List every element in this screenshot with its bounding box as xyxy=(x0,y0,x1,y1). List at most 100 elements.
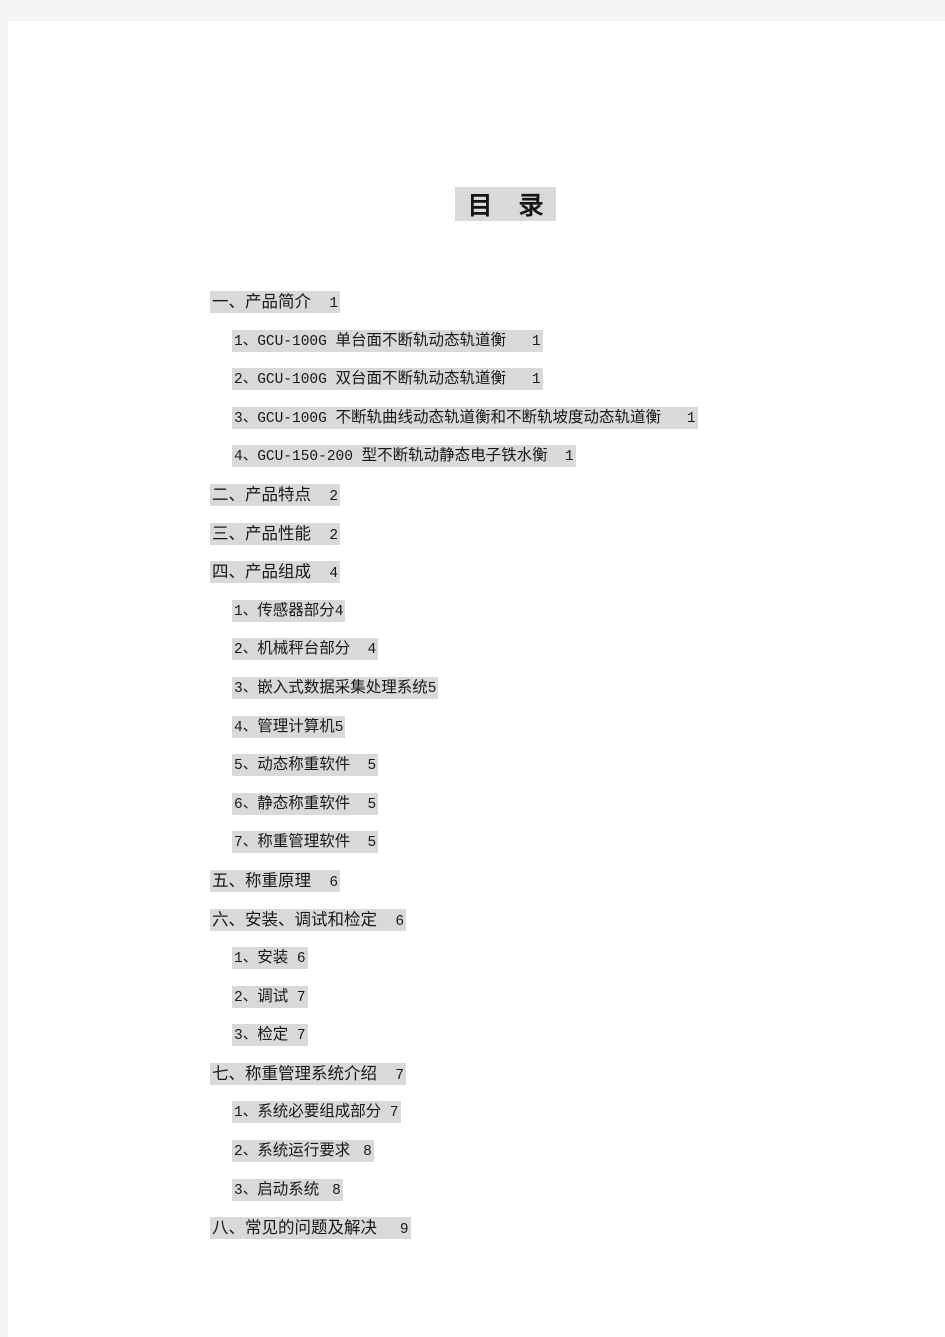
toc-entry-page-number: 4 xyxy=(334,603,344,620)
toc-entry-leader xyxy=(506,370,532,387)
toc-entry[interactable]: 五、称重原理 6 xyxy=(8,869,945,909)
toc-entry-leader xyxy=(350,756,367,773)
toc-entry[interactable]: 六、安装、调试和检定 6 xyxy=(8,908,945,948)
toc-entry-label: 机械秤台部分 xyxy=(257,640,351,658)
toc-entry-number: 3、 xyxy=(234,1028,258,1045)
toc-entry-highlight[interactable]: 1、系统必要组成部分 7 xyxy=(232,1101,401,1124)
toc-entry-number: 1、 xyxy=(234,333,258,350)
toc-entry-highlight[interactable]: 5、动态称重软件 5 xyxy=(232,754,379,777)
toc-entry[interactable]: 一、产品简介 1 xyxy=(8,291,945,330)
toc-entry-highlight[interactable]: 1、GCU-100G 单台面不断轨动态轨道衡 1 xyxy=(232,329,543,352)
toc-entry-page-number: 1 xyxy=(564,449,574,466)
toc-entry-page-number: 4 xyxy=(329,566,339,583)
toc-entry-highlight[interactable]: 六、安装、调试和检定 6 xyxy=(210,908,407,931)
toc-entry-page-number: 7 xyxy=(389,1105,399,1122)
toc-entry-page-number: 6 xyxy=(296,951,306,968)
toc-entry-highlight[interactable]: 2、机械秤台部分 4 xyxy=(232,638,379,661)
toc-entry-label: 系统运行要求 xyxy=(257,1142,351,1160)
toc-entry[interactable]: 3、检定 7 xyxy=(8,1024,945,1063)
toc-entry-page-number: 1 xyxy=(531,372,541,389)
toc-entry[interactable]: 2、调试 7 xyxy=(8,985,945,1025)
toc-entry[interactable]: 1、系统必要组成部分 7 xyxy=(8,1101,945,1140)
toc-entry-label: 检定 xyxy=(257,1026,289,1044)
toc-entry-highlight[interactable]: 3、检定 7 xyxy=(232,1024,308,1047)
toc-entry-leader xyxy=(377,911,395,929)
toc-entry-label: 称重管理系统介绍 xyxy=(245,1064,377,1083)
toc-entry[interactable]: 2、系统运行要求 8 xyxy=(8,1140,945,1179)
toc-entry-page-number: 5 xyxy=(367,758,377,775)
toc-entry[interactable]: 2、机械秤台部分 4 xyxy=(8,638,945,677)
toc-entry-label: 产品简介 xyxy=(245,293,311,311)
toc-entry-leader xyxy=(381,1103,390,1120)
toc-entry-number: 1、 xyxy=(234,603,258,620)
toc-entry-number: 三、 xyxy=(212,524,245,543)
toc-entry-highlight[interactable]: 四、产品组成 4 xyxy=(210,561,341,584)
toc-entry[interactable]: 七、称重管理系统介绍 7 xyxy=(8,1062,945,1102)
toc-entry-highlight[interactable]: 二、产品特点 2 xyxy=(210,483,341,506)
toc-entry-label: 不断轨曲线动态轨道衡和不断轨坡度动态轨道衡 xyxy=(335,408,662,426)
toc-entry-highlight[interactable]: 7、称重管理软件 5 xyxy=(232,831,379,854)
toc-entry-leader xyxy=(311,293,329,311)
toc-entry-highlight[interactable]: 3、嵌入式数据采集处理系统5 xyxy=(232,676,439,699)
toc-entry[interactable]: 八、常见的问题及解决 9 xyxy=(8,1217,945,1256)
toc-entry-page-number: 8 xyxy=(363,1144,372,1161)
toc-entry-number: 二、 xyxy=(212,485,245,504)
toc-entry-highlight[interactable]: 3、GCU-100G 不断轨曲线动态轨道衡和不断轨坡度动态轨道衡 1 xyxy=(232,406,698,429)
toc-entry[interactable]: 5、动态称重软件 5 xyxy=(8,754,945,793)
toc-entry[interactable]: 3、启动系统 8 xyxy=(8,1178,945,1218)
toc-entry-highlight[interactable]: 1、传感器部分4 xyxy=(232,599,346,622)
toc-entry-model-code: GCU-100G xyxy=(257,333,336,350)
toc-entry-model-code: GCU-150-200 xyxy=(257,449,362,466)
toc-entry-page-number: 5 xyxy=(367,835,377,852)
toc-entry[interactable]: 1、传感器部分4 xyxy=(8,599,945,639)
toc-entry[interactable]: 三、产品性能 2 xyxy=(8,522,945,562)
toc-entry-label: 双台面不断轨动态轨道衡 xyxy=(335,370,507,388)
page-title: 目 录 xyxy=(455,187,556,221)
toc-entry-highlight[interactable]: 1、安装 6 xyxy=(232,947,308,970)
toc-entry-page-number: 1 xyxy=(531,333,541,350)
toc-entry-label: 产品特点 xyxy=(245,485,311,504)
toc-entry[interactable]: 四、产品组成 4 xyxy=(8,561,945,600)
toc-entry-number: 2、 xyxy=(234,1144,258,1161)
toc-entry[interactable]: 6、静态称重软件 5 xyxy=(8,792,945,832)
toc-entry-number: 七、 xyxy=(212,1064,245,1083)
toc-entry-highlight[interactable]: 八、常见的问题及解决 9 xyxy=(210,1217,411,1240)
toc-entry-highlight[interactable]: 2、调试 7 xyxy=(232,985,308,1008)
toc-entry[interactable]: 2、GCU-100G 双台面不断轨动态轨道衡 1 xyxy=(8,368,945,407)
toc-entry-highlight[interactable]: 三、产品性能 2 xyxy=(210,522,341,545)
toc-entry-leader xyxy=(350,795,367,812)
toc-entry[interactable]: 4、管理计算机5 xyxy=(8,715,945,755)
toc-entry-highlight[interactable]: 2、系统运行要求 8 xyxy=(232,1140,374,1163)
toc-entry-leader xyxy=(311,525,329,543)
toc-entry-label: 产品组成 xyxy=(245,563,311,582)
toc-entry-highlight[interactable]: 一、产品简介 1 xyxy=(210,291,341,313)
toc-entry-leader xyxy=(377,1065,395,1083)
toc-entry-label: 启动系统 xyxy=(257,1180,320,1198)
toc-entry-highlight[interactable]: 五、称重原理 6 xyxy=(210,869,341,892)
toc-entry-highlight[interactable]: 七、称重管理系统介绍 7 xyxy=(210,1062,407,1085)
toc-entry-label: 系统必要组成部分 xyxy=(257,1103,382,1121)
toc-entry-number: 5、 xyxy=(234,758,258,775)
toc-entry-leader xyxy=(661,409,687,426)
toc-entry-number: 7、 xyxy=(234,835,258,852)
toc-entry[interactable]: 3、嵌入式数据采集处理系统5 xyxy=(8,676,945,716)
toc-entry-leader xyxy=(311,872,329,890)
toc-entry-highlight[interactable]: 6、静态称重软件 5 xyxy=(232,792,379,815)
toc-entry-number: 2、 xyxy=(234,989,258,1006)
toc-entry-label: 管理计算机 xyxy=(257,717,335,735)
toc-entry[interactable]: 二、产品特点 2 xyxy=(8,483,945,523)
toc-entry-highlight[interactable]: 2、GCU-100G 双台面不断轨动态轨道衡 1 xyxy=(232,368,543,391)
toc-entry[interactable]: 1、GCU-100G 单台面不断轨动态轨道衡 1 xyxy=(8,329,945,369)
toc-entry-highlight[interactable]: 4、GCU-150-200 型不断轨动静态电子铁水衡 1 xyxy=(232,445,576,468)
toc-entry[interactable]: 4、GCU-150-200 型不断轨动静态电子铁水衡 1 xyxy=(8,445,945,484)
toc-entry-page-number: 8 xyxy=(332,1182,341,1199)
toc-entry[interactable]: 3、GCU-100G 不断轨曲线动态轨道衡和不断轨坡度动态轨道衡 1 xyxy=(8,406,945,446)
toc-entry-label: 产品性能 xyxy=(245,524,311,543)
toc-entry-highlight[interactable]: 4、管理计算机5 xyxy=(232,715,346,738)
toc-entry-page-number: 5 xyxy=(427,680,437,697)
toc-entry-page-number: 6 xyxy=(395,913,405,930)
toc-entry-label: 型不断轨动静态电子铁水衡 xyxy=(361,447,548,465)
toc-entry[interactable]: 1、安装 6 xyxy=(8,947,945,986)
toc-entry-highlight[interactable]: 3、启动系统 8 xyxy=(232,1178,343,1201)
toc-entry[interactable]: 7、称重管理软件 5 xyxy=(8,831,945,870)
